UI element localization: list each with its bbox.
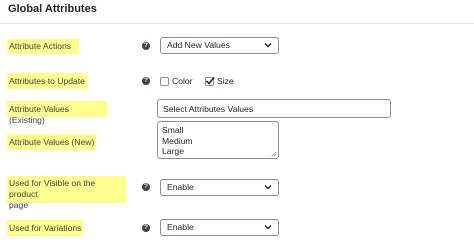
attribute-actions-value: Add New Values [167,40,230,50]
help-icon[interactable]: ? [142,77,150,85]
color-checkbox-label: Color [172,76,193,86]
chevron-down-icon [264,225,272,230]
used-for-visible-label: Used for Visible on the product page [7,176,126,210]
used-for-variations-value: Enable [167,222,194,232]
attributes-to-update-label: Attributes to Update [7,73,87,89]
resize-handle-icon[interactable] [271,151,277,157]
attribute-actions-label: Attribute Actions [7,39,79,54]
used-for-variations-label: Used for Variations [7,220,83,236]
checkmark-icon [205,76,215,85]
attribute-values-existing-placeholder: Select Attributes Values [163,104,254,114]
size-checkbox-label: Size [217,76,234,86]
chevron-down-icon [264,185,272,190]
attribute-values-new-label: Attribute Values (New) [7,134,96,150]
attribute-values-new-textarea[interactable]: Small Medium Large [157,121,279,159]
attribute-actions-select[interactable]: Add New Values [160,37,279,54]
color-checkbox[interactable] [160,77,169,86]
textarea-line: Large [162,146,184,156]
help-icon[interactable]: ? [142,183,150,191]
help-icon[interactable]: ? [142,42,150,50]
used-for-variations-select[interactable]: Enable [160,219,279,236]
size-checkbox[interactable] [205,76,215,86]
attribute-values-existing-input[interactable]: Select Attributes Values [157,99,391,118]
attribute-values-existing-label: Attribute Values (Existing) [7,101,107,125]
textarea-line: Small [162,125,184,135]
used-for-visible-select[interactable]: Enable [160,179,279,196]
textarea-line: Medium [162,135,193,146]
help-icon[interactable]: ? [142,224,150,232]
chevron-down-icon [264,43,272,48]
title-divider [0,23,474,24]
used-for-visible-value: Enable [167,182,194,192]
section-title: Global Attributes [8,3,97,15]
